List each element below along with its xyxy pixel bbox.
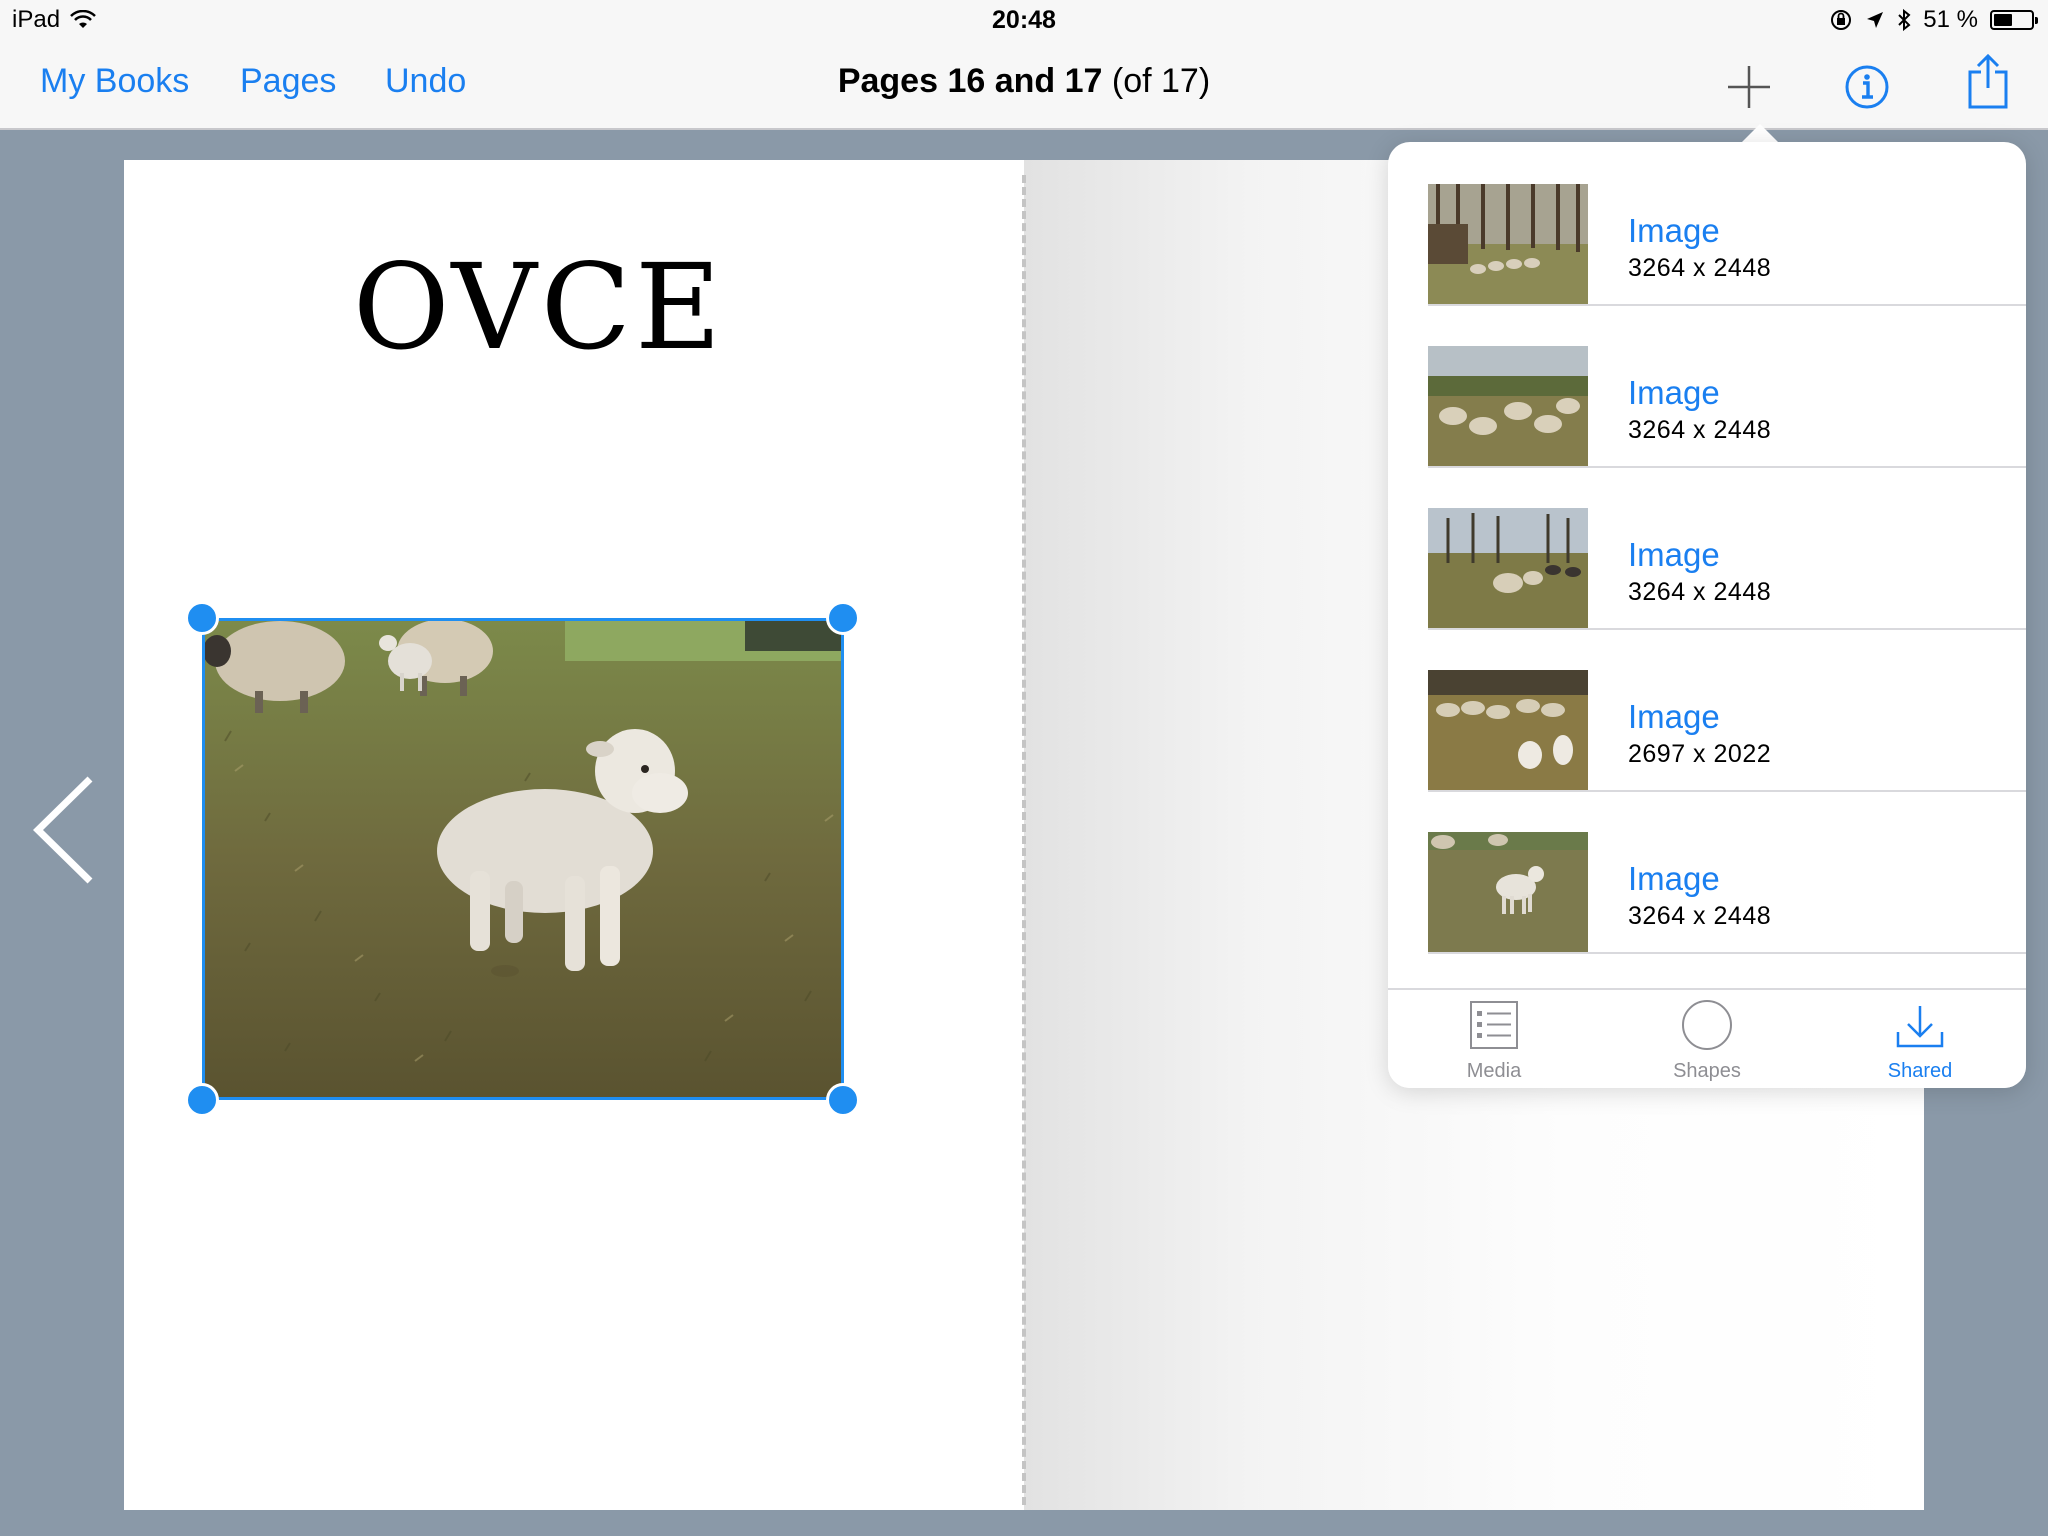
- status-right: 51 %: [1829, 6, 2038, 34]
- insert-popover: Image 3264 x 2448 Image 3264 x 2448 Imag…: [1388, 142, 2026, 1088]
- image-item-label: Image: [1628, 374, 1720, 411]
- image-item-dimensions: 3264 x 2448: [1628, 416, 1772, 444]
- download-icon: [1896, 1006, 1944, 1048]
- tab-shared-label: Shared: [1887, 1060, 1953, 1082]
- image-item-label: Image: [1628, 536, 1720, 573]
- popover-tab-bar: Media Shapes Shared: [1388, 988, 2026, 1088]
- image-item-label: Image: [1628, 698, 1720, 735]
- list-icon: [1470, 1001, 1518, 1049]
- selected-photo[interactable]: [202, 618, 844, 1100]
- image-thumbnail: [1428, 184, 1588, 304]
- image-item-1[interactable]: Image 3264 x 2448: [1428, 142, 2026, 306]
- image-thumbnail: [1428, 508, 1588, 628]
- info-icon[interactable]: [1844, 64, 1890, 110]
- image-item-label: Image: [1628, 212, 1720, 249]
- battery-icon: [1990, 10, 2038, 30]
- navigation-bar: iPad 20:48 51 % My Books Pages Undo Page…: [0, 0, 2048, 130]
- image-item-label: Image: [1628, 860, 1720, 897]
- popover-arrow: [1740, 124, 1780, 144]
- tab-shared[interactable]: Shared: [1814, 990, 2026, 1088]
- circle-icon: [1682, 1000, 1732, 1050]
- image-item-dimensions: 3264 x 2448: [1628, 902, 1772, 930]
- resize-handle-top-right[interactable]: [826, 601, 860, 635]
- tab-media[interactable]: Media: [1388, 990, 1600, 1088]
- page-heading[interactable]: OVCE: [124, 238, 954, 376]
- page-title-count: (of 17): [1102, 62, 1211, 100]
- chevron-left-icon[interactable]: [30, 775, 100, 885]
- location-icon: [1867, 12, 1884, 28]
- image-item-dimensions: 3264 x 2448: [1628, 578, 1772, 606]
- share-icon[interactable]: [1966, 52, 2010, 110]
- plus-icon[interactable]: [1726, 64, 1772, 110]
- image-item-2[interactable]: Image 3264 x 2448: [1428, 304, 2026, 468]
- image-thumbnail: [1428, 832, 1588, 952]
- orientation-lock-icon: [1831, 10, 1852, 30]
- image-item-dimensions: 2697 x 2022: [1628, 740, 1772, 768]
- battery-percent: 51 %: [1923, 6, 1978, 33]
- image-thumbnail: [1428, 346, 1588, 466]
- page-title-main: Pages 16 and 17: [837, 62, 1103, 100]
- tab-media-label: Media: [1466, 1060, 1522, 1082]
- tab-shapes[interactable]: Shapes: [1601, 990, 1813, 1088]
- resize-handle-top-left[interactable]: [185, 601, 219, 635]
- tab-shapes-label: Shapes: [1673, 1060, 1741, 1082]
- image-item-dimensions: 3264 x 2448: [1628, 254, 1772, 282]
- bluetooth-icon: [1898, 8, 1911, 32]
- resize-handle-bottom-left[interactable]: [185, 1083, 219, 1117]
- image-thumbnail: [1428, 670, 1588, 790]
- lamb-photo: [205, 621, 841, 1097]
- image-item-5[interactable]: Image 3264 x 2448: [1428, 790, 2026, 954]
- image-item-4[interactable]: Image 2697 x 2022: [1428, 628, 2026, 792]
- image-item-3[interactable]: Image 3264 x 2448: [1428, 466, 2026, 630]
- resize-handle-bottom-right[interactable]: [826, 1083, 860, 1117]
- page-spine: [1022, 175, 1026, 1505]
- status-time: 20:48: [992, 6, 1056, 34]
